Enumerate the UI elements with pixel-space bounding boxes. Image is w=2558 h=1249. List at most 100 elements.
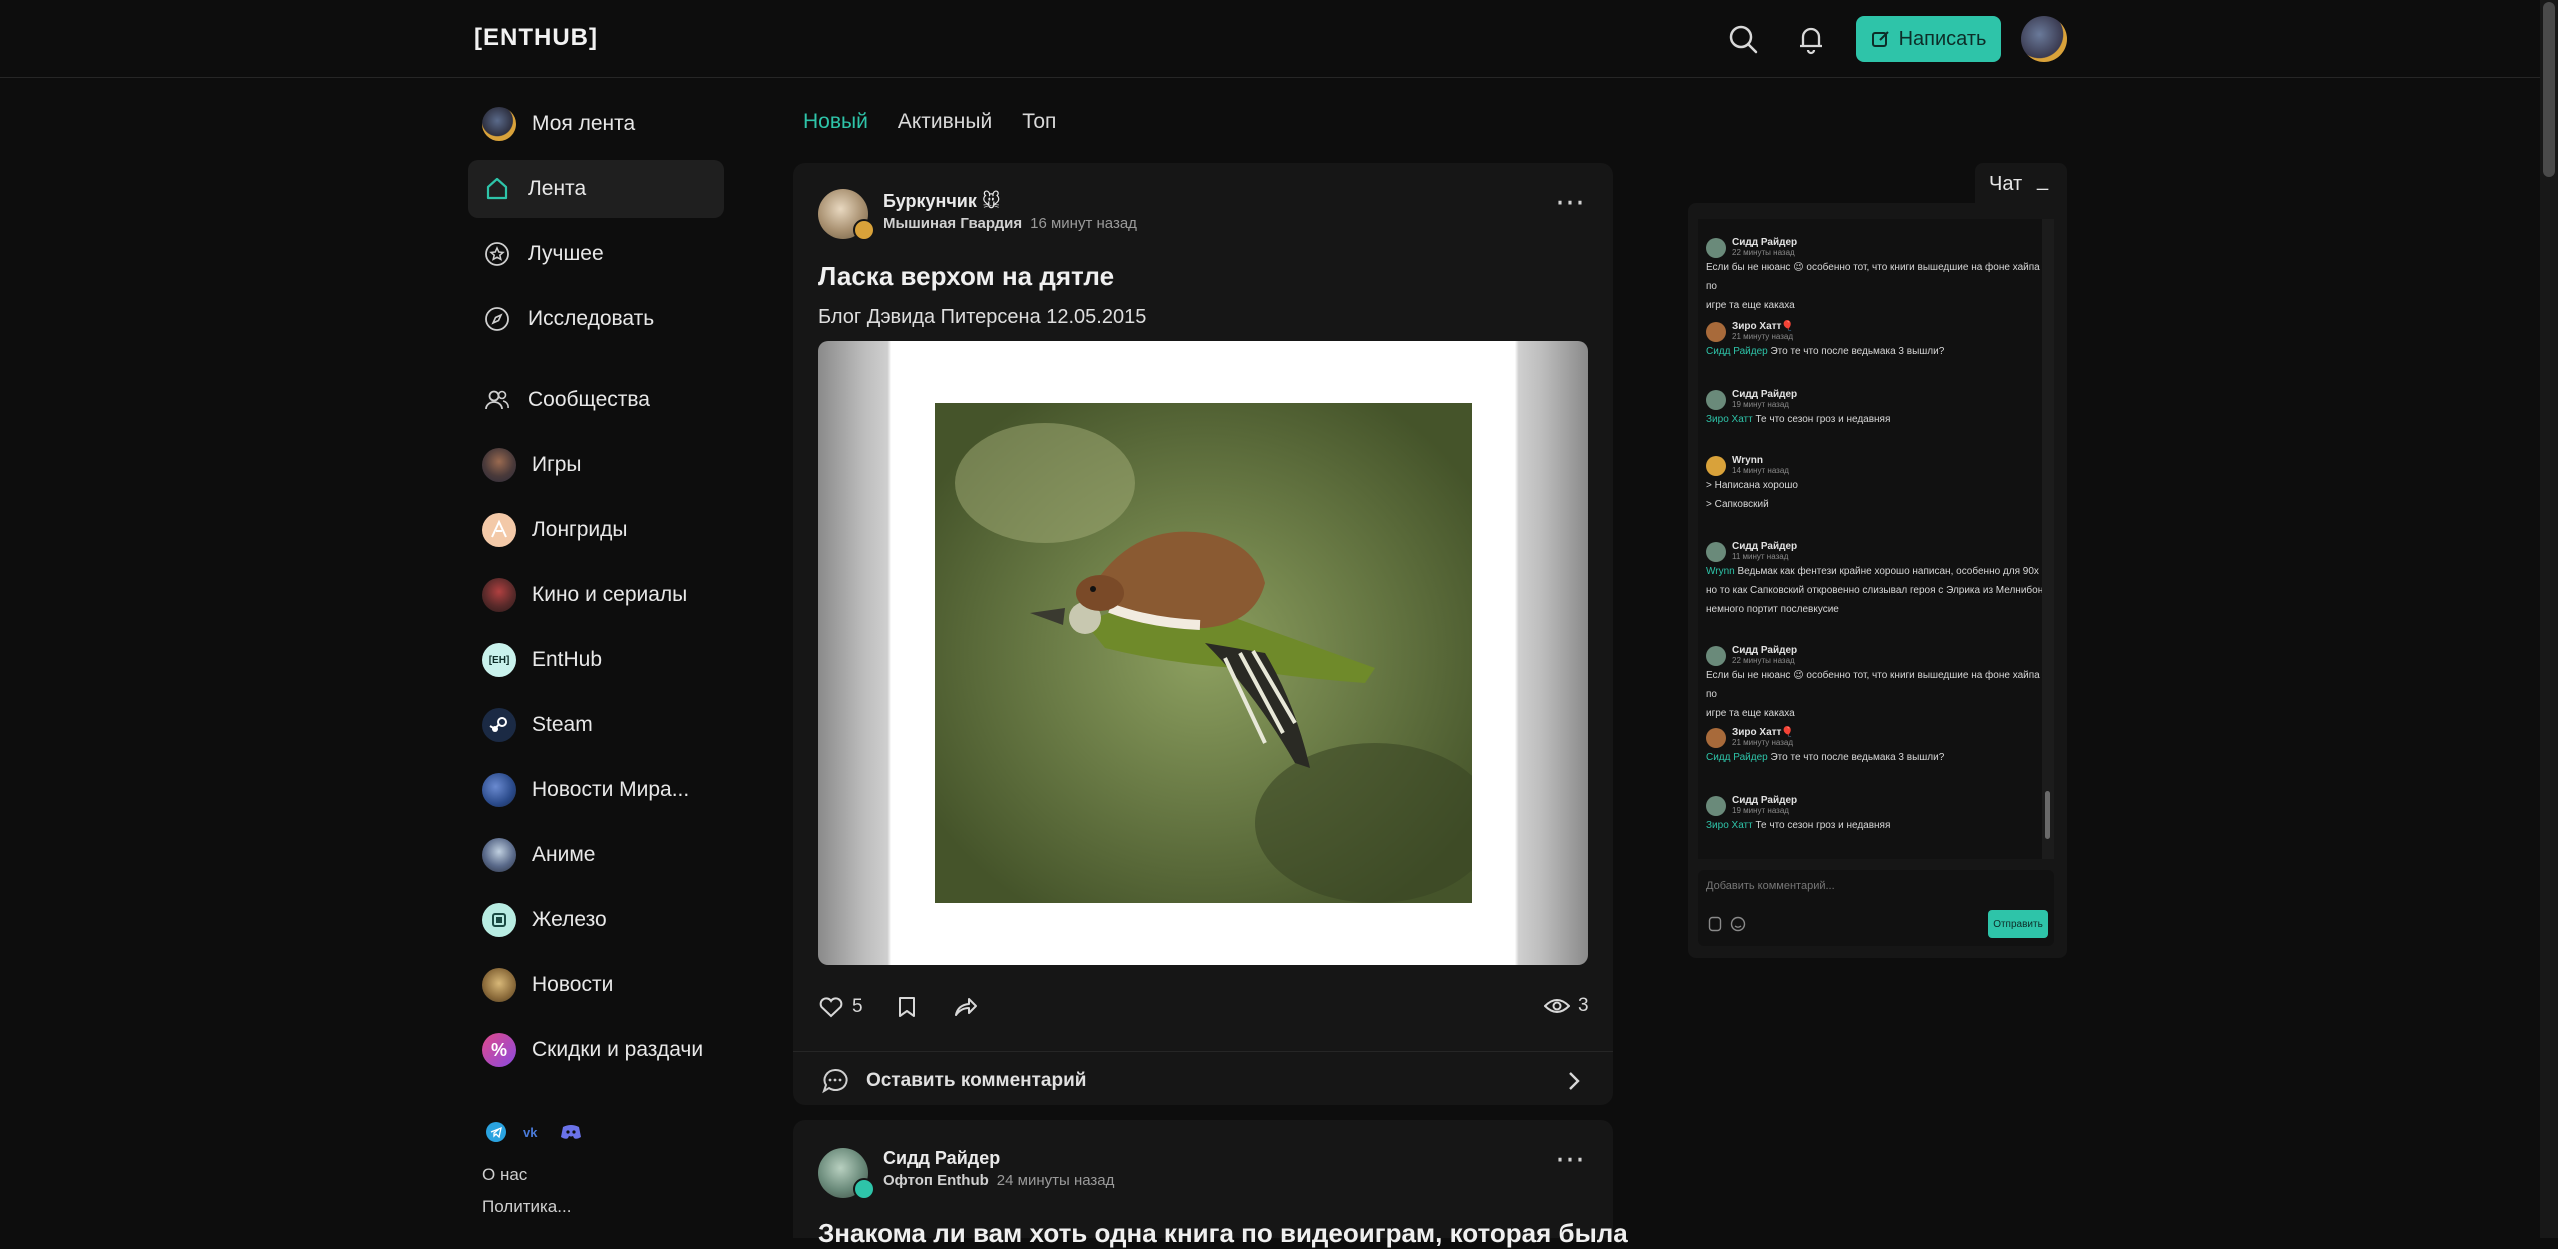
post-subtitle: Блог Дэвида Питерсена 12.05.2015 xyxy=(818,306,1147,328)
chat-avatar[interactable] xyxy=(1706,389,1726,410)
chat-messages: Сидд Райдер 22 минуты назад Если бы не ню… xyxy=(1698,219,2042,859)
chat-avatar[interactable] xyxy=(1706,455,1726,476)
more-options-icon[interactable]: ⋯ xyxy=(1555,185,1586,220)
news-avatar xyxy=(482,968,516,1002)
leave-comment-row[interactable]: Оставить комментарий xyxy=(793,1051,1613,1109)
sidebar-item-explore[interactable]: Исследовать xyxy=(468,290,724,348)
sidebar-item-communities[interactable]: Сообщества xyxy=(468,371,724,429)
emoji-icon[interactable] xyxy=(1730,916,1746,932)
edit-icon xyxy=(1871,31,1889,47)
top-bar: [ENTHUB] Написать xyxy=(0,0,2540,78)
site-logo[interactable]: [ENTHUB] xyxy=(474,24,598,52)
post-title[interactable]: Ласка верхом на дятле xyxy=(818,261,1114,292)
sidebar-item-label: Скидки и раздачи xyxy=(532,1038,704,1061)
chat-input-placeholder[interactable]: Добавить комментарий... xyxy=(1706,880,1835,892)
post-card: Сидд Райдер Офтоп Enthub 24 минуты назад … xyxy=(793,1120,1628,1248)
reply-mention[interactable]: Зиро Хатт xyxy=(1706,414,1753,425)
bell-icon[interactable] xyxy=(1794,22,1828,56)
post-image[interactable] xyxy=(818,341,1588,965)
sidebar-item-label: Лента xyxy=(528,177,587,200)
chat-avatar[interactable] xyxy=(1706,645,1726,666)
sidebar-item-label: Новости xyxy=(532,973,614,996)
telegram-icon[interactable] xyxy=(486,1122,506,1142)
sidebar-item-movies[interactable]: Кино и сериалы xyxy=(468,566,724,624)
chat-avatar[interactable] xyxy=(1706,237,1726,258)
write-button-label: Написать xyxy=(1898,27,1987,50)
eye-icon xyxy=(1544,999,1570,1013)
more-options-icon[interactable]: ⋯ xyxy=(1555,1142,1586,1177)
send-button[interactable]: Отправить xyxy=(1988,910,2048,938)
anime-avatar xyxy=(482,838,516,872)
sidebar-item-anime[interactable]: Аниме xyxy=(468,826,724,884)
sidebar-item-steam[interactable]: Steam xyxy=(468,696,724,754)
sidebar-item-label: Моя лента xyxy=(532,112,636,135)
heart-icon xyxy=(819,997,843,1018)
like-button[interactable]: 5 xyxy=(818,995,863,1019)
reply-mention[interactable]: Сидд Райдер xyxy=(1706,346,1768,357)
chat-scrollbar[interactable] xyxy=(2042,219,2054,859)
comment-icon xyxy=(822,1068,848,1093)
sidebar-item-games[interactable]: Игры xyxy=(468,436,724,494)
chat-message: Wrynn 14 минут назад > Написана хорошо > С… xyxy=(1706,455,1798,510)
reply-mention[interactable]: Сидд Райдер xyxy=(1706,752,1768,763)
policy-link[interactable]: Политика... xyxy=(482,1197,571,1217)
sticker-icon[interactable] xyxy=(1708,916,1722,932)
post-actions: 5 3 xyxy=(793,973,1613,1041)
reply-mention[interactable]: Wrynn xyxy=(1706,566,1735,577)
community-name[interactable]: Офтоп Enthub xyxy=(883,1172,989,1189)
sidebar-item-label: Аниме xyxy=(532,843,596,866)
sidebar-item-feed[interactable]: Лента xyxy=(468,160,724,218)
sidebar-item-my-feed[interactable]: Моя лента xyxy=(468,95,724,153)
vk-icon[interactable]: vk xyxy=(522,1122,544,1142)
page-scrollbar-thumb[interactable] xyxy=(2543,2,2555,177)
about-link[interactable]: О нас xyxy=(482,1165,527,1185)
sidebar-item-label: Сообщества xyxy=(528,388,650,411)
sidebar: Моя лента Лента Лучшее Исследовать Сообщ… xyxy=(468,95,724,1086)
hardware-avatar xyxy=(482,903,516,937)
sidebar-item-best[interactable]: Лучшее xyxy=(468,225,724,283)
post-title[interactable]: Знакома ли вам хоть одна книга по видеои… xyxy=(818,1218,1628,1249)
sidebar-item-longreads[interactable]: Лонгриды xyxy=(468,501,724,559)
sidebar-item-world-news[interactable]: Новости Мира... xyxy=(468,761,724,819)
community-name[interactable]: Мышиная Гвардия xyxy=(883,215,1022,232)
world-news-avatar xyxy=(482,773,516,807)
page-scrollbar[interactable] xyxy=(2540,0,2558,1238)
chevron-right-icon xyxy=(1569,1071,1580,1090)
chat-avatar[interactable] xyxy=(1706,321,1726,342)
tab-new[interactable]: Новый xyxy=(803,110,868,134)
chat-message: Сидд Райдер 22 минуты назад Если бы не ню… xyxy=(1706,645,2040,719)
svg-text:vk: vk xyxy=(523,1125,538,1140)
search-icon[interactable] xyxy=(1726,22,1760,56)
sidebar-item-deals[interactable]: % Скидки и раздачи xyxy=(468,1021,724,1079)
weasel-woodpecker-photo xyxy=(935,403,1472,903)
chat-avatar[interactable] xyxy=(1706,795,1726,816)
longreads-avatar xyxy=(482,513,516,547)
community-badge-icon xyxy=(853,1178,875,1200)
sidebar-item-news[interactable]: Новости xyxy=(468,956,724,1014)
share-icon xyxy=(955,998,977,1016)
chat-input-area: Добавить комментарий... Отправить xyxy=(1698,870,2054,946)
author-name[interactable]: Буркунчик 🐭 xyxy=(883,191,1001,212)
reply-mention[interactable]: Зиро Хатт xyxy=(1706,820,1753,831)
sidebar-item-hardware[interactable]: Железо xyxy=(468,891,724,949)
chat-message: Зиро Хатт🎈 21 минуту назад Сидд Райдер Эт… xyxy=(1706,321,1945,357)
tab-active[interactable]: Активный xyxy=(898,110,992,134)
post-time: 16 минут назад xyxy=(1030,215,1137,232)
chat-avatar[interactable] xyxy=(1706,727,1726,748)
write-button[interactable]: Написать xyxy=(1856,16,2001,62)
mouse-icon: 🐭 xyxy=(981,191,1001,211)
sidebar-item-label: Исследовать xyxy=(528,307,655,330)
discord-icon[interactable] xyxy=(560,1122,582,1142)
tab-top[interactable]: Топ xyxy=(1022,110,1056,134)
bookmark-button[interactable] xyxy=(896,995,918,1019)
share-button[interactable] xyxy=(953,995,979,1019)
sidebar-item-enthub[interactable]: [EH] EntHub xyxy=(468,631,724,689)
sidebar-item-label: Лонгриды xyxy=(532,518,628,541)
chat-message: Сидд Райдер 22 минуты назад Если бы не ню… xyxy=(1706,237,2040,311)
minimize-icon[interactable]: _ xyxy=(2037,169,2048,192)
user-avatar[interactable] xyxy=(2021,16,2067,62)
chat-avatar[interactable] xyxy=(1706,541,1726,562)
chat-scrollbar-thumb[interactable] xyxy=(2045,791,2050,839)
author-name[interactable]: Сидд Райдер xyxy=(883,1148,1000,1169)
chat-tab[interactable]: Чат _ xyxy=(1975,163,2067,207)
